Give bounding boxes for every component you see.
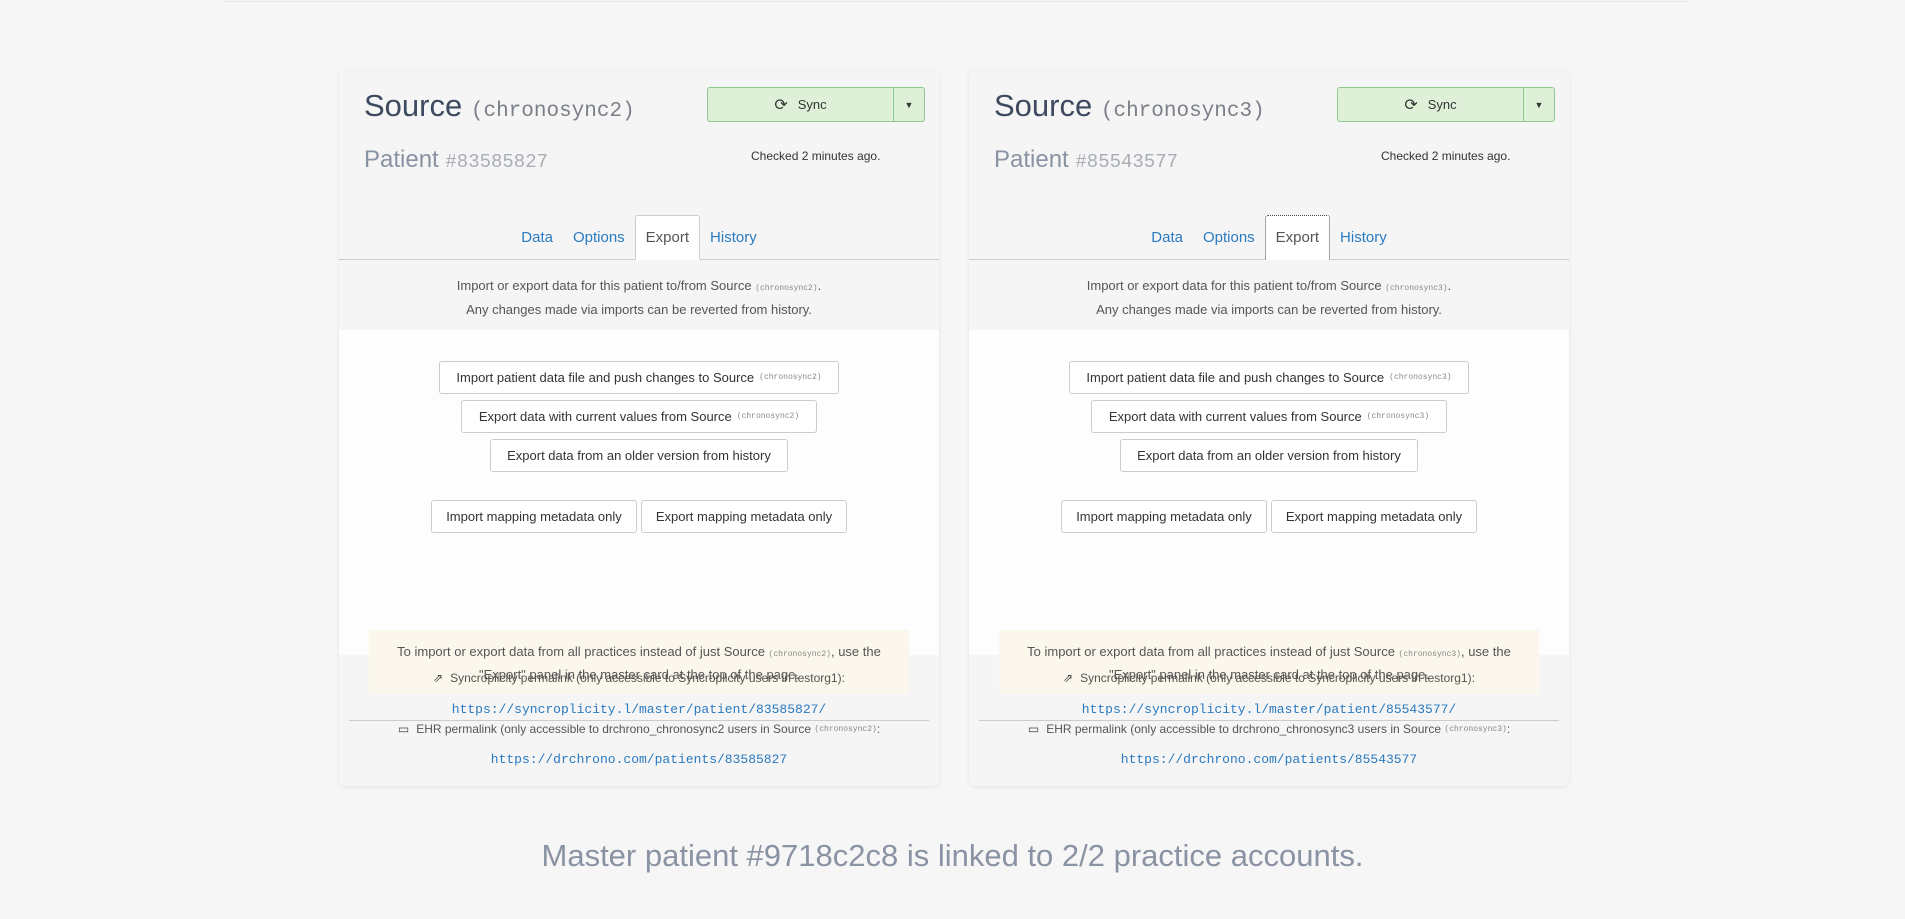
refresh-icon: ⟳ xyxy=(774,96,788,114)
export-panel: Import patient data file and push change… xyxy=(339,330,939,694)
ehr-permalink[interactable]: https://drchrono.com/patients/85543577 xyxy=(969,752,1569,767)
checked-status: Checked 2 minutes ago. xyxy=(751,149,881,163)
import-mapping-button[interactable]: Import mapping metadata only xyxy=(1061,500,1267,533)
card-tabs: Data Options Export History xyxy=(969,215,1569,260)
syncroplicity-permalink-label: ⇗ Syncroplicity permalink (only accessib… xyxy=(969,671,1569,685)
card-title: Source (chronosync2) xyxy=(364,88,635,124)
ehr-permalink-label: ▭ EHR permalink (only accessible to drch… xyxy=(397,722,881,736)
source-code: (chronosync2) xyxy=(470,100,635,123)
export-older-button[interactable]: Export data from an older version from h… xyxy=(1120,439,1418,472)
patient-heading: Patient #85543577 xyxy=(994,146,1178,174)
export-mapping-button[interactable]: Export mapping metadata only xyxy=(641,500,847,533)
export-current-source-code: (chronosync2) xyxy=(736,412,800,421)
sync-label: Sync xyxy=(1427,97,1457,112)
permalink-divider xyxy=(349,720,929,721)
intro-line-1: Import or export data for this patient t… xyxy=(1086,278,1382,293)
import-push-button[interactable]: Import patient data file and push change… xyxy=(439,361,839,394)
ehr-permalink-text: EHR permalink (only accessible to drchro… xyxy=(416,722,812,736)
patient-number: #83585827 xyxy=(445,151,549,173)
tab-data[interactable]: Data xyxy=(1141,215,1193,259)
import-mapping-button[interactable]: Import mapping metadata only xyxy=(431,500,637,533)
intro-line-2: Any changes made via imports can be reve… xyxy=(466,302,812,317)
ehr-permalink-label: ▭ EHR permalink (only accessible to drch… xyxy=(1027,722,1511,736)
sync-button[interactable]: ⟳ Sync xyxy=(1337,87,1524,122)
tab-options[interactable]: Options xyxy=(1193,215,1265,259)
card-tabs: Data Options Export History xyxy=(339,215,939,260)
practice-card-chronosync2: Source (chronosync2) Patient #83585827 ⟳… xyxy=(339,70,939,786)
tab-history[interactable]: History xyxy=(1330,215,1397,259)
tab-history[interactable]: History xyxy=(700,215,767,259)
refresh-icon: ⟳ xyxy=(1404,96,1418,114)
syncroplicity-permalink-text: Syncroplicity permalink (only accessible… xyxy=(450,671,845,685)
master-patient-summary: Master patient #9718c2c8 is linked to 2/… xyxy=(541,838,1364,873)
sync-dropdown-toggle[interactable]: ▼ xyxy=(894,87,925,122)
patient-label: Patient xyxy=(994,146,1069,173)
export-panel: Import patient data file and push change… xyxy=(969,330,1569,694)
syncroplicity-permalink[interactable]: https://syncroplicity.l/master/patient/8… xyxy=(339,702,939,717)
sync-button-group: ⟳ Sync ▼ xyxy=(1337,87,1555,122)
export-current-button[interactable]: Export data with current values from Sou… xyxy=(461,400,817,433)
sync-button-group: ⟳ Sync ▼ xyxy=(707,87,925,122)
source-label: Source xyxy=(994,88,1093,123)
export-current-label: Export data with current values from Sou… xyxy=(1108,409,1362,424)
permalink-divider xyxy=(979,720,1559,721)
syncroplicity-permalink-label: ⇗ Syncroplicity permalink (only accessib… xyxy=(339,671,939,685)
notice-source-code: (chronosync2) xyxy=(768,650,831,659)
syncroplicity-permalink-text: Syncroplicity permalink (only accessible… xyxy=(1080,671,1475,685)
patient-heading: Patient #83585827 xyxy=(364,146,548,174)
card-title: Source (chronosync3) xyxy=(994,88,1265,124)
import-push-source-code: (chronosync2) xyxy=(759,373,822,382)
patient-number: #85543577 xyxy=(1075,151,1179,173)
export-current-label: Export data with current values from Sou… xyxy=(478,409,732,424)
import-push-label: Import patient data file and push change… xyxy=(1086,370,1385,385)
notice-source-code: (chronosync3) xyxy=(1398,650,1461,659)
notice-text-1: To import or export data from all practi… xyxy=(397,644,765,659)
tab-export[interactable]: Export xyxy=(1264,215,1331,260)
sync-label: Sync xyxy=(797,97,827,112)
checked-status: Checked 2 minutes ago. xyxy=(1381,149,1511,163)
ehr-permalink-text: EHR permalink (only accessible to drchro… xyxy=(1046,722,1442,736)
tab-data[interactable]: Data xyxy=(511,215,563,259)
intro-line-1: Import or export data for this patient t… xyxy=(456,278,752,293)
intro-source-code: (chronosync3) xyxy=(1385,284,1448,293)
ehr-source-code: (chronosync3) xyxy=(1444,724,1507,734)
caret-down-icon: ▼ xyxy=(904,99,914,110)
practice-card-chronosync3: Source (chronosync3) Patient #85543577 ⟳… xyxy=(969,70,1569,786)
export-intro: Import or export data for this patient t… xyxy=(969,275,1569,320)
sync-dropdown-toggle[interactable]: ▼ xyxy=(1524,87,1555,122)
share-icon: ⇗ xyxy=(1063,671,1074,685)
tab-export[interactable]: Export xyxy=(634,215,701,260)
laptop-icon: ▭ xyxy=(1027,722,1040,736)
ehr-permalink[interactable]: https://drchrono.com/patients/83585827 xyxy=(339,752,939,767)
import-push-label: Import patient data file and push change… xyxy=(456,370,755,385)
export-mapping-button[interactable]: Export mapping metadata only xyxy=(1271,500,1477,533)
tab-options[interactable]: Options xyxy=(563,215,635,259)
ehr-source-code: (chronosync2) xyxy=(814,724,877,734)
top-card-edge xyxy=(222,0,1690,2)
intro-source-code: (chronosync2) xyxy=(755,284,818,293)
patient-label: Patient xyxy=(364,146,439,173)
share-icon: ⇗ xyxy=(433,671,444,685)
export-current-button[interactable]: Export data with current values from Sou… xyxy=(1091,400,1447,433)
source-code: (chronosync3) xyxy=(1100,100,1265,123)
import-push-source-code: (chronosync3) xyxy=(1389,373,1452,382)
syncroplicity-permalink[interactable]: https://syncroplicity.l/master/patient/8… xyxy=(969,702,1569,717)
intro-line-2: Any changes made via imports can be reve… xyxy=(1096,302,1442,317)
laptop-icon: ▭ xyxy=(397,722,410,736)
import-push-button[interactable]: Import patient data file and push change… xyxy=(1069,361,1469,394)
source-label: Source xyxy=(364,88,463,123)
sync-button[interactable]: ⟳ Sync xyxy=(707,87,894,122)
export-current-source-code: (chronosync3) xyxy=(1366,412,1430,421)
notice-text-1: To import or export data from all practi… xyxy=(1027,644,1395,659)
export-intro: Import or export data for this patient t… xyxy=(339,275,939,320)
caret-down-icon: ▼ xyxy=(1534,99,1544,110)
export-older-button[interactable]: Export data from an older version from h… xyxy=(490,439,788,472)
